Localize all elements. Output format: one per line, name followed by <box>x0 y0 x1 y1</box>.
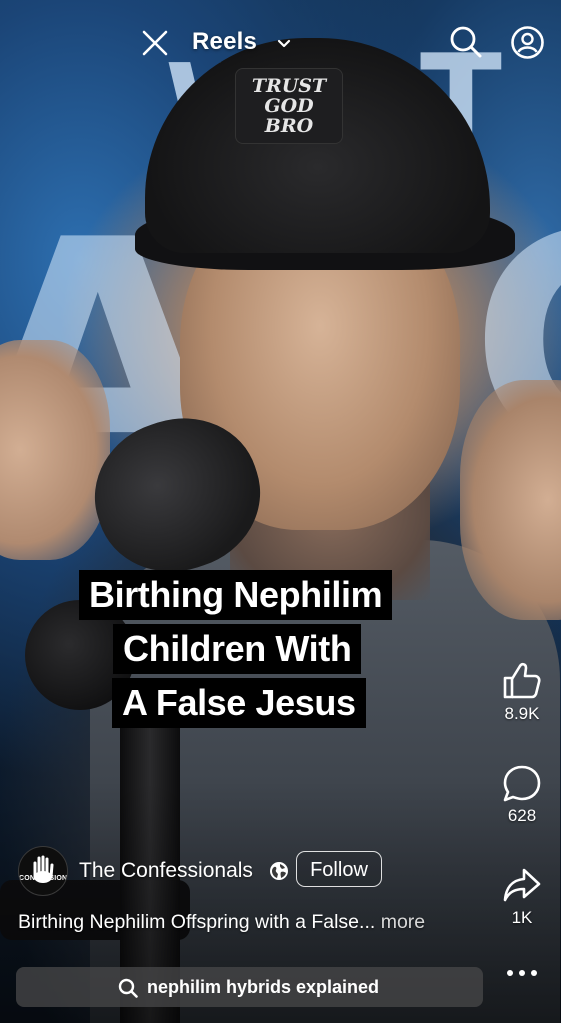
search-suggestion[interactable]: nephilim hybrids explained <box>16 967 483 1007</box>
close-icon[interactable] <box>141 29 169 57</box>
caption-line: A False Jesus <box>112 678 366 728</box>
description-text: Birthing Nephilim Offspring with a False… <box>18 911 376 933</box>
comment-button[interactable]: 628 <box>492 764 552 826</box>
like-button[interactable]: 8.9K <box>492 662 552 724</box>
author-name[interactable]: The Confessionals <box>79 859 253 883</box>
hand-logo-icon <box>33 855 54 883</box>
share-icon <box>503 868 541 902</box>
globe-icon <box>269 861 289 881</box>
search-suggestion-text: nephilim hybrids explained <box>147 977 380 997</box>
more-icon <box>507 970 537 976</box>
caption-line: Birthing Nephilim <box>79 570 393 620</box>
follow-button[interactable]: Follow <box>296 851 382 887</box>
comment-count: 628 <box>507 806 537 825</box>
reel-description[interactable]: Birthing Nephilim Offspring with a False… <box>18 911 425 934</box>
chevron-down-icon[interactable] <box>277 37 291 49</box>
thumbs-up-icon <box>503 662 541 699</box>
reels-title[interactable]: Reels <box>192 28 257 56</box>
profile-icon[interactable] <box>510 25 545 60</box>
search-icon[interactable] <box>449 25 483 59</box>
avatar[interactable]: CONFESSIONALS <box>18 846 68 896</box>
caption-line: Children With <box>113 624 362 674</box>
more-options-button[interactable] <box>492 966 552 986</box>
share-button[interactable]: 1K <box>492 866 552 928</box>
comment-icon <box>503 765 541 802</box>
left-hand <box>0 340 110 560</box>
like-count: 8.9K <box>504 704 540 723</box>
more-link[interactable]: more <box>381 911 425 933</box>
video-caption: Birthing Nephilim Children With A False … <box>79 564 484 737</box>
avatar-logo-text: CONFESSIONALS <box>19 875 68 882</box>
share-count: 1K <box>511 908 533 927</box>
search-icon <box>118 978 138 998</box>
top-bar: Reels <box>0 0 561 90</box>
